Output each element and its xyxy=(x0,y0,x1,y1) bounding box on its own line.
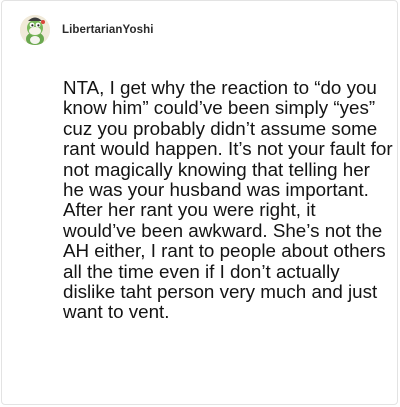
username[interactable]: LibertarianYoshi xyxy=(62,24,154,36)
yoshi-avatar-icon[interactable] xyxy=(20,15,50,45)
comment-text: NTA, I get why the reaction to “do you k… xyxy=(63,77,393,323)
avatar-image xyxy=(20,15,50,45)
comment-header: LibertarianYoshi xyxy=(20,15,154,45)
comment-card: LibertarianYoshi NTA, I get why the reac… xyxy=(1,0,398,405)
